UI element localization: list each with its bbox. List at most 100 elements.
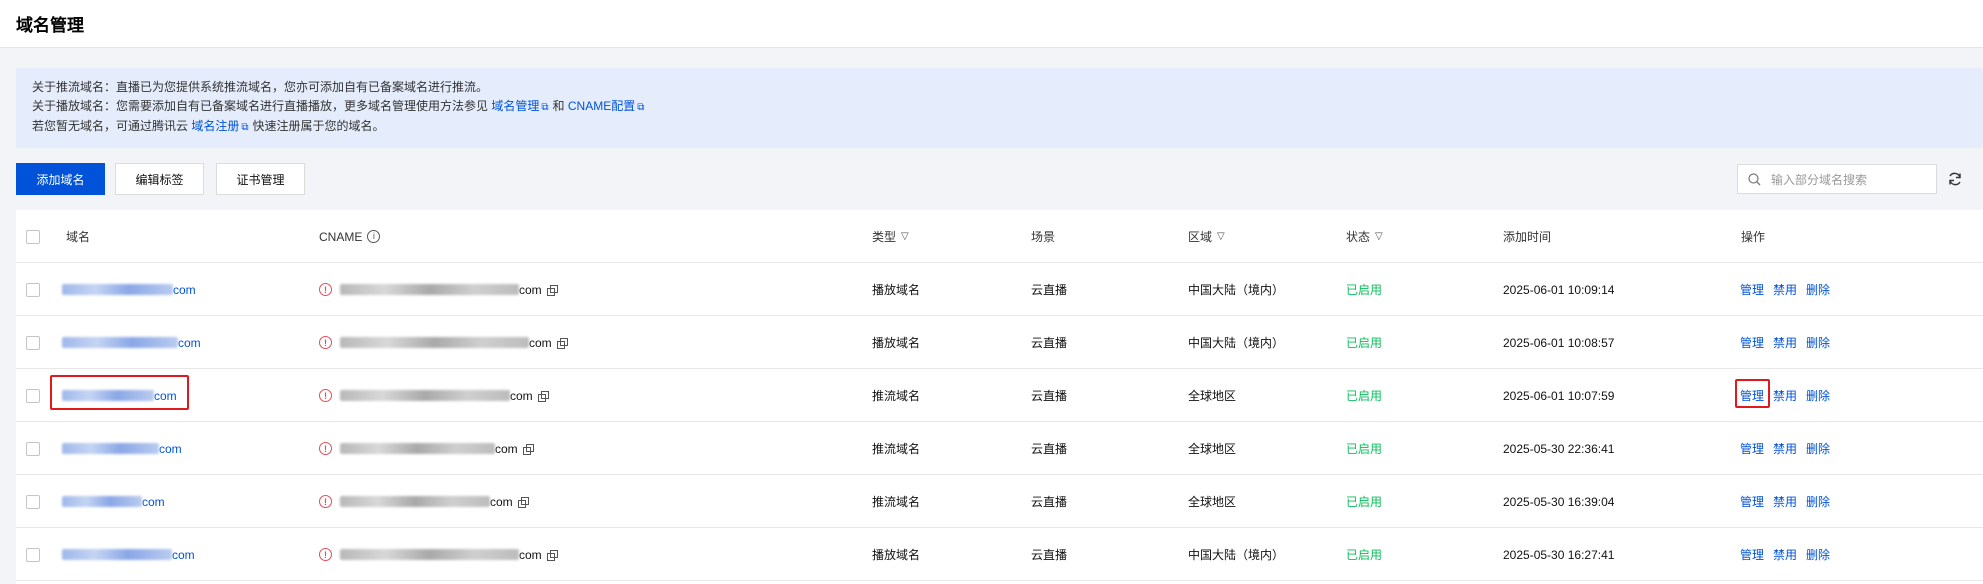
domain-link[interactable]: com <box>62 475 165 528</box>
page-title: 域名管理 <box>16 16 84 35</box>
scene-cell: 云直播 <box>1031 495 1068 509</box>
manage-button[interactable]: 管理 <box>1740 440 1764 457</box>
row-checkbox[interactable] <box>26 316 40 369</box>
manage-button[interactable]: 管理 <box>1740 546 1764 563</box>
scene-cell: 云直播 <box>1031 442 1068 456</box>
type-cell: 播放域名 <box>872 283 921 297</box>
delete-button[interactable]: 删除 <box>1806 493 1830 510</box>
delete-button[interactable]: 删除 <box>1806 387 1830 404</box>
copy-icon[interactable] <box>556 337 568 349</box>
cname-config-doc-link[interactable]: CNAME配置 <box>568 99 635 113</box>
cname-cell: ! com <box>319 422 534 475</box>
disable-button[interactable]: 禁用 <box>1773 493 1797 510</box>
cert-manage-button[interactable]: 证书管理 <box>216 163 305 195</box>
cname-cell: ! com <box>319 369 549 422</box>
external-link-icon: ⧉ <box>241 122 249 133</box>
status-cell: 已启用 <box>1346 283 1383 297</box>
copy-icon[interactable] <box>537 390 549 402</box>
header-scene: 场景 <box>1031 230 1056 244</box>
header-type-label: 类型 <box>872 230 897 244</box>
row-checkbox[interactable] <box>26 475 40 528</box>
domain-suffix: com <box>142 494 165 509</box>
header-added-time: 添加时间 <box>1503 230 1552 244</box>
type-cell: 推流域名 <box>872 442 921 456</box>
header-status: 状态 ▽ <box>1346 210 1383 263</box>
notice-line-2: 关于播放域名：您需要添加自有已备案域名进行直播播放，更多域名管理使用方法参见 域… <box>32 97 1967 117</box>
domain-manage-doc-link[interactable]: 域名管理 <box>491 99 539 113</box>
region-cell: 中国大陆（境内） <box>1188 283 1285 297</box>
domain-link[interactable]: com <box>62 528 195 581</box>
notice-line-3-suffix: 快速注册属于您的域名。 <box>252 119 385 133</box>
filter-icon[interactable]: ▽ <box>1375 231 1383 242</box>
added-time-cell: 2025-05-30 22:36:41 <box>1503 441 1615 456</box>
info-notice: 关于推流域名：直播已为您提供系统推流域名，您亦可添加自有已备案域名进行推流。 关… <box>16 68 1983 148</box>
row-checkbox[interactable] <box>26 422 40 475</box>
domain-table: 域名 CNAME i 类型 ▽ 场景 区域 ▽ 状态 ▽ 添加时间 操作 com ! co… <box>16 210 1983 584</box>
cname-cell: ! com <box>319 263 558 316</box>
disable-button[interactable]: 禁用 <box>1773 546 1797 563</box>
region-cell: 中国大陆（境内） <box>1188 336 1285 350</box>
manage-button[interactable]: 管理 <box>1740 493 1764 510</box>
added-time-cell: 2025-05-30 16:27:41 <box>1503 547 1615 562</box>
row-checkbox[interactable] <box>26 369 40 422</box>
disable-button[interactable]: 禁用 <box>1773 387 1797 404</box>
copy-icon[interactable] <box>522 443 534 455</box>
type-cell: 播放域名 <box>872 336 921 350</box>
warning-icon: ! <box>319 495 332 508</box>
cname-suffix: com <box>495 441 518 456</box>
domain-suffix: com <box>178 335 201 350</box>
copy-icon[interactable] <box>546 549 558 561</box>
table-row: com ! com 播放域名 云直播 中国大陆（境内） 已启用 2025-06-0… <box>16 316 1983 369</box>
header-actions: 操作 <box>1741 230 1766 244</box>
added-time-cell: 2025-05-30 16:39:04 <box>1503 494 1615 509</box>
copy-icon[interactable] <box>517 496 529 508</box>
filter-icon[interactable]: ▽ <box>1217 231 1225 242</box>
domain-register-link[interactable]: 域名注册 <box>191 119 239 133</box>
notice-line-2-text: 关于播放域名：您需要添加自有已备案域名进行直播播放，更多域名管理使用方法参见 <box>32 99 489 113</box>
external-link-icon: ⧉ <box>637 102 645 113</box>
info-icon[interactable]: i <box>367 230 381 243</box>
add-domain-button[interactable]: 添加域名 <box>16 163 105 195</box>
scene-cell: 云直播 <box>1031 283 1068 297</box>
delete-button[interactable]: 删除 <box>1806 281 1830 298</box>
added-time-cell: 2025-06-01 10:07:59 <box>1503 388 1615 403</box>
warning-icon: ! <box>319 336 332 349</box>
select-all-checkbox[interactable] <box>26 210 40 263</box>
scene-cell: 云直播 <box>1031 389 1068 403</box>
status-cell: 已启用 <box>1346 495 1383 509</box>
cname-cell: ! com <box>319 475 529 528</box>
row-checkbox[interactable] <box>26 528 40 581</box>
redacted-cname <box>340 337 529 348</box>
highlight-box-domain <box>50 375 189 410</box>
row-checkbox[interactable] <box>26 263 40 316</box>
copy-icon[interactable] <box>546 284 558 296</box>
warning-icon: ! <box>319 283 332 296</box>
disable-button[interactable]: 禁用 <box>1773 440 1797 457</box>
actions-cell: 管理 禁用 删除 <box>1740 475 1839 528</box>
domain-link[interactable]: com <box>62 422 182 475</box>
delete-button[interactable]: 删除 <box>1806 440 1830 457</box>
manage-button[interactable]: 管理 <box>1740 281 1764 298</box>
disable-button[interactable]: 禁用 <box>1773 334 1797 351</box>
cname-suffix: com <box>529 335 552 350</box>
search-input[interactable]: 输入部分域名搜索 <box>1737 164 1937 194</box>
table-row: com ! com 播放域名 云直播 中国大陆（境内） 已启用 2025-05-3… <box>16 528 1983 581</box>
manage-button[interactable]: 管理 <box>1740 334 1764 351</box>
highlight-box-manage <box>1735 379 1770 408</box>
redacted-domain <box>62 496 142 507</box>
edit-tags-button[interactable]: 编辑标签 <box>115 163 204 195</box>
cname-suffix: com <box>519 282 542 297</box>
actions-cell: 管理 禁用 删除 <box>1740 316 1839 369</box>
status-cell: 已启用 <box>1346 442 1383 456</box>
refresh-icon[interactable] <box>1945 168 1965 190</box>
notice-line-3-text: 若您暂无域名，可通过腾讯云 <box>32 119 189 133</box>
disable-button[interactable]: 禁用 <box>1773 281 1797 298</box>
delete-button[interactable]: 删除 <box>1806 334 1830 351</box>
region-cell: 中国大陆（境内） <box>1188 548 1285 562</box>
redacted-cname <box>340 443 495 454</box>
filter-icon[interactable]: ▽ <box>901 231 909 242</box>
added-time-cell: 2025-06-01 10:09:14 <box>1503 282 1615 297</box>
domain-link[interactable]: com <box>62 316 201 369</box>
delete-button[interactable]: 删除 <box>1806 546 1830 563</box>
domain-link[interactable]: com <box>62 263 196 316</box>
